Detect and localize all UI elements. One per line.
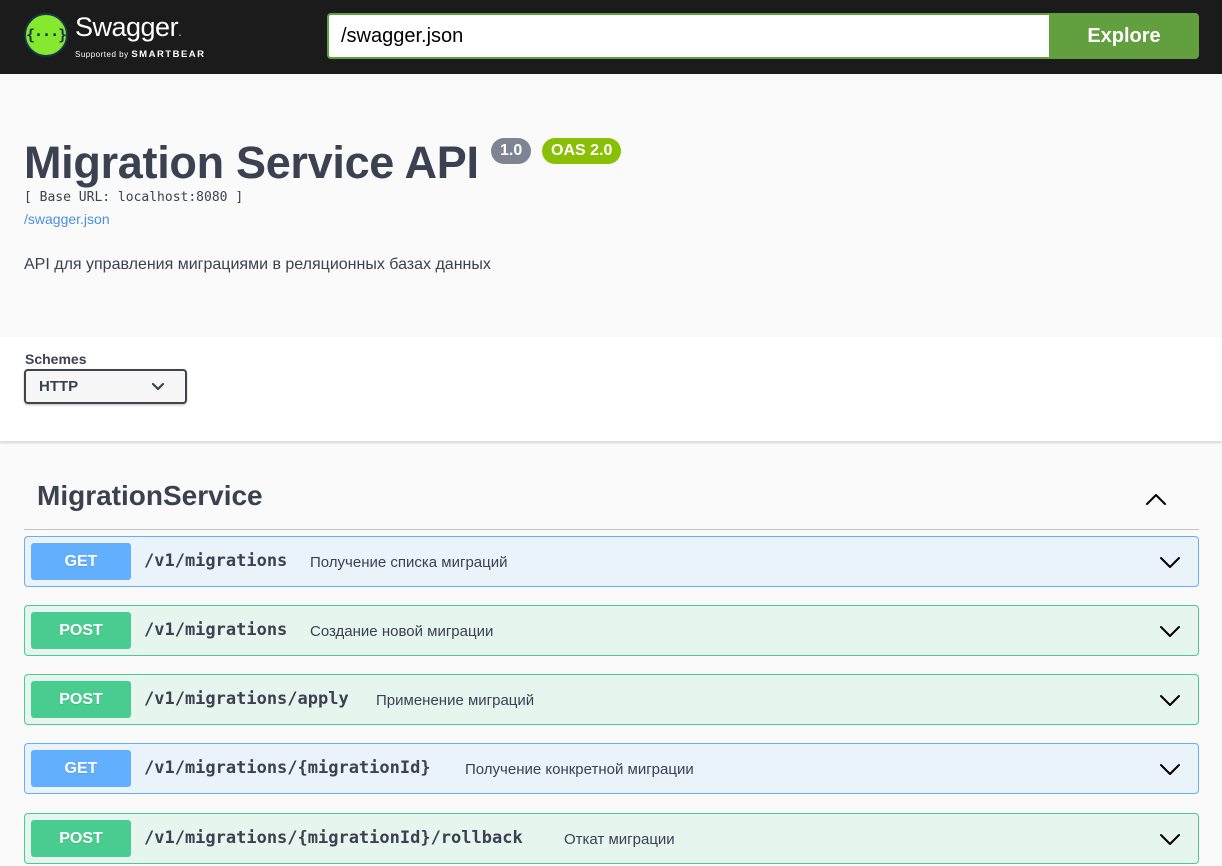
- operation-path: /v1/migrations/apply: [144, 689, 349, 709]
- method-badge: GET: [31, 750, 131, 787]
- schemes-select[interactable]: HTTP: [24, 369, 187, 404]
- operation-summary: Откат миграции: [564, 831, 675, 848]
- chevron-down-icon[interactable]: [1158, 757, 1182, 781]
- logo-sub-prefix: Supported by: [75, 50, 129, 59]
- base-url: [ Base URL: localhost:8080 ]: [24, 190, 244, 205]
- operation-post-migrations[interactable]: POST /v1/migrations Создание новой мигра…: [24, 605, 1199, 656]
- operation-get-migration-by-id[interactable]: GET /v1/migrations/{migrationId} Получен…: [24, 743, 1199, 794]
- chevron-up-icon[interactable]: [1143, 486, 1169, 512]
- method-badge: POST: [31, 820, 131, 857]
- operation-path: /v1/migrations/{migrationId}/rollback: [144, 828, 523, 848]
- method-badge: POST: [31, 612, 131, 649]
- oas-badge: OAS 2.0: [542, 138, 622, 164]
- method-badge: GET: [31, 543, 131, 580]
- spec-url-input[interactable]: [327, 13, 1050, 59]
- version-badge: 1.0: [491, 138, 532, 164]
- operation-path: /v1/migrations/{migrationId}: [144, 758, 431, 778]
- schemes-section: Schemes HTTP: [0, 337, 1222, 442]
- swagger-logo[interactable]: {···} Swagger. Supported by SMARTBEAR: [24, 12, 206, 62]
- logo-sub-brand: SMARTBEAR: [131, 49, 206, 60]
- method-badge: POST: [31, 681, 131, 718]
- tag-header[interactable]: MigrationService: [24, 470, 1199, 530]
- chevron-down-icon[interactable]: [1158, 550, 1182, 574]
- operation-post-migration-rollback[interactable]: POST /v1/migrations/{migrationId}/rollba…: [24, 813, 1199, 864]
- schemes-selected-value: HTTP: [39, 378, 79, 395]
- operation-path: /v1/migrations: [144, 551, 288, 571]
- operation-summary: Применение миграций: [376, 692, 535, 709]
- spec-link[interactable]: /swagger.json: [24, 211, 110, 227]
- schemes-label: Schemes: [25, 351, 87, 367]
- chevron-down-icon[interactable]: [1158, 619, 1182, 643]
- swagger-logo-icon: {···}: [24, 13, 68, 57]
- operation-post-migrations-apply[interactable]: POST /v1/migrations/apply Применение миг…: [24, 674, 1199, 725]
- operation-path: /v1/migrations: [144, 620, 288, 640]
- operation-get-migrations[interactable]: GET /v1/migrations Получение списка мигр…: [24, 536, 1199, 587]
- api-description: API для управления миграциями в реляцион…: [24, 256, 491, 273]
- operation-summary: Создание новой миграции: [310, 623, 494, 640]
- operation-summary: Получение списка миграций: [310, 554, 508, 571]
- operation-summary: Получение конкретной миграции: [465, 761, 694, 778]
- tag-name: MigrationService: [37, 480, 263, 511]
- chevron-down-icon[interactable]: [1158, 688, 1182, 712]
- chevron-down-icon: [151, 382, 165, 391]
- topbar: {···} Swagger. Supported by SMARTBEAR Ex…: [0, 0, 1222, 74]
- explore-button[interactable]: Explore: [1049, 13, 1199, 59]
- logo-title: Swagger: [75, 12, 179, 42]
- api-title: Migration Service API: [24, 137, 479, 188]
- chevron-down-icon[interactable]: [1158, 827, 1182, 851]
